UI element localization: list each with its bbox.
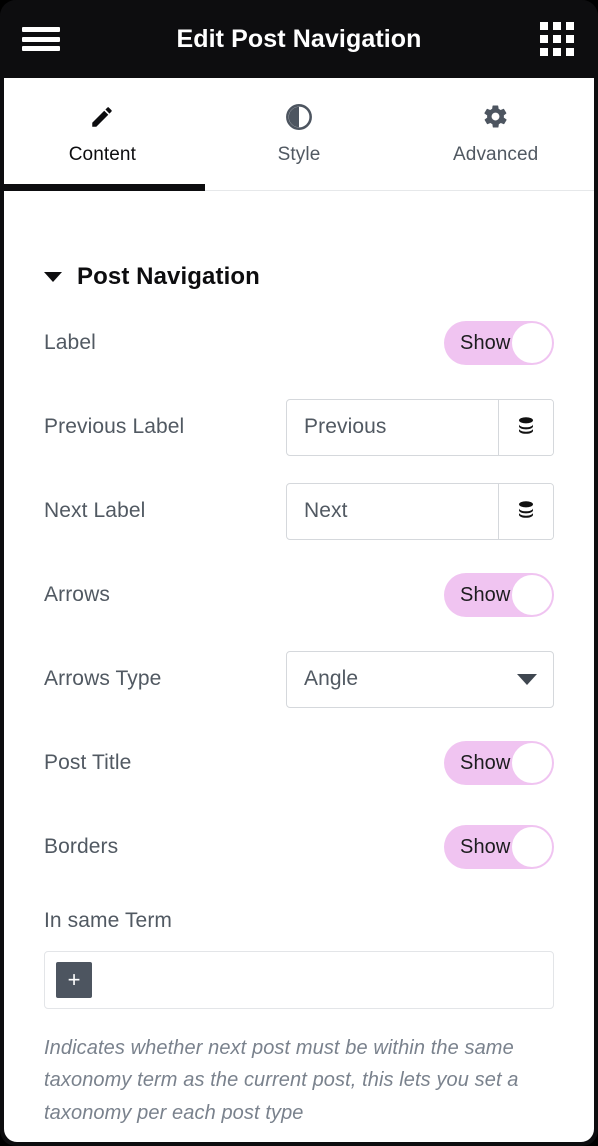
arrows-type-value: Angle bbox=[304, 667, 359, 690]
switch-knob bbox=[511, 742, 553, 784]
switch-state-text: Show bbox=[460, 331, 511, 354]
control-label: Borders bbox=[44, 835, 119, 858]
control-row-label: Label Show bbox=[44, 301, 554, 385]
hamburger-bar bbox=[22, 36, 60, 42]
hamburger-bar bbox=[22, 27, 60, 32]
grid-cell bbox=[553, 22, 561, 30]
control-row-post-title: Post Title Show bbox=[44, 721, 554, 805]
control-row-next-label: Next Label Next bbox=[44, 469, 554, 553]
previous-label-field[interactable]: Previous bbox=[286, 398, 554, 456]
in-same-term-repeater[interactable]: + bbox=[44, 951, 554, 1009]
grid-cell bbox=[566, 48, 574, 56]
grid-cell bbox=[553, 48, 561, 56]
pencil-icon bbox=[89, 103, 115, 131]
arrows-type-select[interactable]: Angle bbox=[286, 650, 554, 708]
in-same-term-description: Indicates whether next post must be with… bbox=[44, 1037, 519, 1124]
hamburger-bar bbox=[22, 46, 60, 51]
database-stack-icon[interactable] bbox=[498, 483, 553, 539]
select-caret-down-icon bbox=[517, 673, 537, 685]
control-row-arrows-type: Arrows Type Angle bbox=[44, 637, 554, 721]
tab-label: Advanced bbox=[453, 143, 539, 165]
panel-body: Content Style Advanced Post Navigation L… bbox=[4, 78, 594, 1142]
caret-down-icon bbox=[44, 272, 62, 282]
control-label: Label bbox=[44, 331, 96, 354]
grid-cell bbox=[540, 35, 548, 43]
previous-label-input[interactable]: Previous bbox=[287, 400, 498, 455]
top-bar: Edit Post Navigation bbox=[0, 0, 598, 78]
section-title: Post Navigation bbox=[77, 263, 260, 290]
control-row-arrows: Arrows Show bbox=[44, 553, 554, 637]
control-label: Previous Label bbox=[44, 415, 185, 438]
tab-style[interactable]: Style bbox=[201, 78, 398, 190]
control-row-previous-label: Previous Label Previous bbox=[44, 385, 554, 469]
switch-state-text: Show bbox=[460, 751, 511, 774]
gear-icon bbox=[482, 103, 509, 131]
control-label: Arrows bbox=[44, 583, 110, 606]
grid-cell bbox=[540, 48, 548, 56]
database-stack-icon[interactable] bbox=[498, 399, 553, 455]
panel-title: Edit Post Navigation bbox=[176, 24, 422, 53]
control-label: In same Term bbox=[44, 909, 173, 932]
tab-label: Style bbox=[277, 143, 321, 165]
switch-knob bbox=[511, 826, 553, 868]
grid-cell bbox=[566, 22, 574, 30]
switch-state-text: Show bbox=[460, 583, 511, 606]
editor-panel-window: Edit Post Navigation Content Style Advan… bbox=[0, 0, 598, 1146]
post-title-toggle-switch[interactable]: Show bbox=[444, 741, 554, 785]
label-toggle-switch[interactable]: Show bbox=[444, 321, 554, 365]
add-item-button[interactable]: + bbox=[56, 962, 92, 998]
grid-cell bbox=[540, 22, 548, 30]
next-label-field[interactable]: Next bbox=[286, 482, 554, 540]
tab-content[interactable]: Content bbox=[4, 78, 205, 191]
switch-knob bbox=[511, 574, 553, 616]
switch-knob bbox=[511, 322, 553, 364]
next-label-input[interactable]: Next bbox=[287, 484, 498, 539]
panel-content: Post Navigation Label Show Previous Labe… bbox=[4, 191, 594, 1129]
control-label: Post Title bbox=[44, 751, 132, 774]
contrast-icon bbox=[285, 103, 313, 131]
panel-tabs: Content Style Advanced bbox=[4, 78, 594, 191]
grid-apps-icon[interactable] bbox=[540, 22, 574, 56]
section-header-post-navigation[interactable]: Post Navigation bbox=[44, 191, 554, 301]
grid-cell bbox=[566, 35, 574, 43]
tab-label: Content bbox=[68, 143, 136, 165]
hamburger-menu-icon[interactable] bbox=[22, 24, 60, 54]
control-row-in-same-term: In same Term + Indicates whether next po… bbox=[44, 889, 554, 1129]
arrows-toggle-switch[interactable]: Show bbox=[444, 573, 554, 617]
borders-toggle-switch[interactable]: Show bbox=[444, 825, 554, 869]
control-label: Next Label bbox=[44, 499, 146, 522]
grid-cell bbox=[553, 35, 561, 43]
control-label: Arrows Type bbox=[44, 667, 162, 690]
switch-state-text: Show bbox=[460, 835, 511, 858]
control-row-borders: Borders Show bbox=[44, 805, 554, 889]
tab-advanced[interactable]: Advanced bbox=[397, 78, 594, 190]
